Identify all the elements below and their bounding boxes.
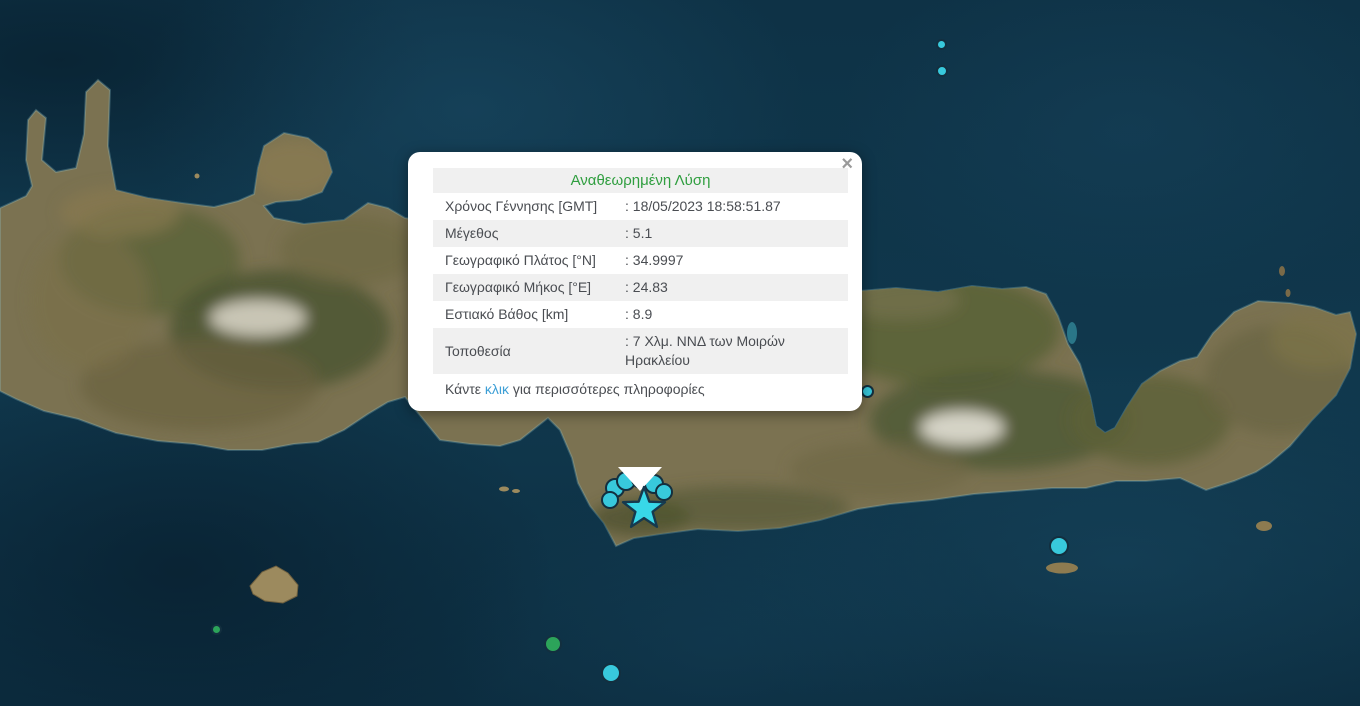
event-marker[interactable] (211, 624, 222, 635)
event-marker[interactable] (601, 663, 621, 683)
field-value: : 18/05/2023 18:58:51.87 (625, 197, 848, 216)
popup-row: Εστιακό Βάθος [km] : 8.9 (433, 301, 848, 328)
event-marker[interactable] (544, 635, 562, 653)
popup-row: Μέγεθος : 5.1 (433, 220, 848, 247)
popup-title: Αναθεωρημένη Λύση (433, 168, 848, 193)
field-label: Γεωγραφικό Μήκος [°E] (445, 278, 613, 297)
field-label: Εστιακό Βάθος [km] (445, 305, 613, 324)
popup-row: Χρόνος Γέννησης [GMT] : 18/05/2023 18:58… (433, 193, 848, 220)
field-label: Μέγεθος (445, 224, 613, 243)
field-value: : 5.1 (625, 224, 848, 243)
event-marker[interactable] (936, 39, 947, 50)
footer-text: για περισσότερες πληροφορίες (509, 381, 705, 397)
event-marker[interactable] (861, 385, 874, 398)
more-info-link[interactable]: κλικ (485, 381, 509, 397)
more-info-line: Κάντε κλικ για περισσότερες πληροφορίες (433, 380, 848, 399)
footer-text: Κάντε (445, 381, 485, 397)
field-label: Τοποθεσία (445, 342, 613, 361)
field-value: : 24.83 (625, 278, 848, 297)
field-label: Χρόνος Γέννησης [GMT] (445, 197, 613, 216)
field-value: : 34.9997 (625, 251, 848, 270)
field-value: : 8.9 (625, 305, 848, 324)
earthquake-info-popup: × Αναθεωρημένη Λύση Χρόνος Γέννησης [GMT… (408, 152, 862, 411)
event-marker[interactable] (936, 65, 948, 77)
map-container[interactable]: × Αναθεωρημένη Λύση Χρόνος Γέννησης [GMT… (0, 0, 1360, 706)
popup-row: Τοποθεσία : 7 Χλμ. ΝΝΔ των Μοιρών Ηρακλε… (433, 328, 848, 374)
popup-row: Γεωγραφικό Μήκος [°E] : 24.83 (433, 274, 848, 301)
close-icon[interactable]: × (841, 153, 853, 175)
epicenter-star-marker[interactable] (618, 483, 670, 535)
event-marker[interactable] (601, 491, 619, 509)
popup-row: Γεωγραφικό Πλάτος [°N] : 34.9997 (433, 247, 848, 274)
field-label: Γεωγραφικό Πλάτος [°N] (445, 251, 613, 270)
event-marker[interactable] (1049, 536, 1069, 556)
field-value: : 7 Χλμ. ΝΝΔ των Μοιρών Ηρακλείου (625, 332, 848, 370)
